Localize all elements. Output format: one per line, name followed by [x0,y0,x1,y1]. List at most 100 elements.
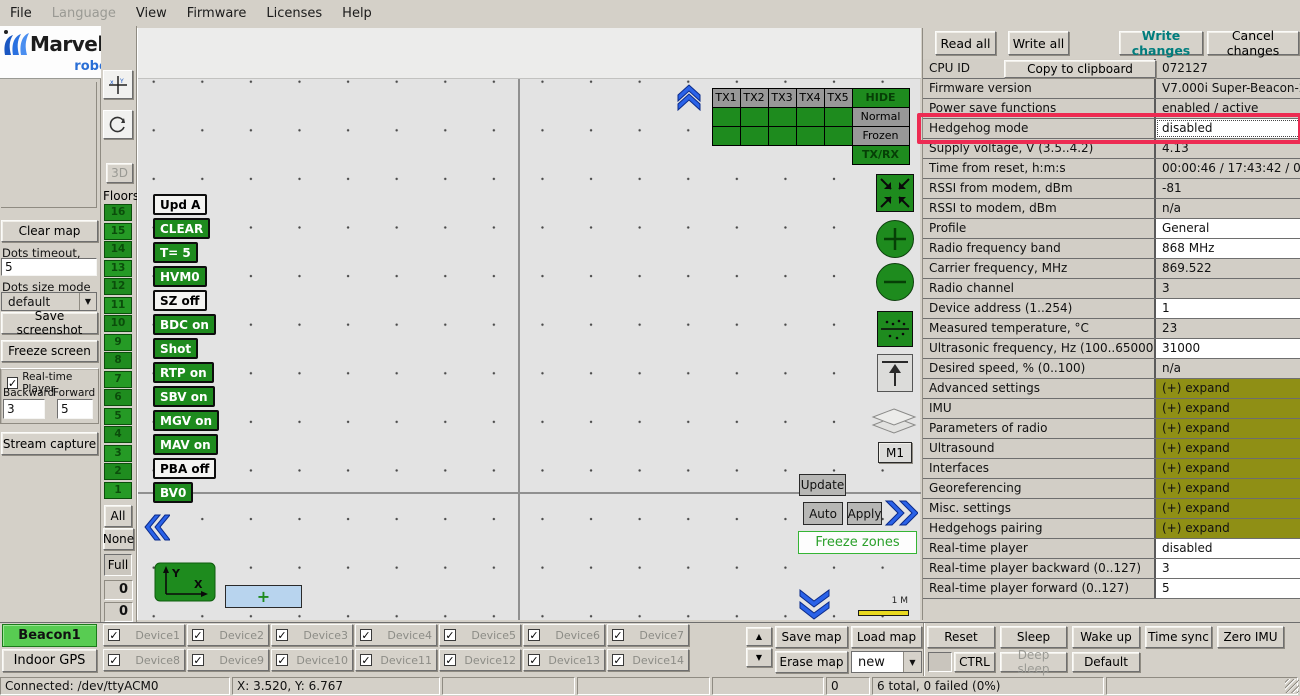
setting-value[interactable]: disabled [1156,539,1300,558]
setting-value[interactable]: disabled [1156,119,1300,138]
setting-value[interactable]: 868 MHz [1156,239,1300,258]
device-checkbox[interactable]: ✓ [612,654,624,666]
tx-cell[interactable] [740,126,769,146]
floor-button[interactable]: 3 [104,445,132,462]
cancel-changes-button[interactable]: Cancel changes [1207,31,1299,55]
setting-value[interactable]: 31000 [1156,339,1300,358]
floor-button[interactable]: 10 [104,315,132,332]
ctrl-button[interactable]: CTRL [954,652,995,672]
layers-icon[interactable] [871,403,917,441]
map-side-button[interactable]: T= 5 [153,242,198,263]
zero-imu-button[interactable]: Zero IMU [1217,626,1284,648]
load-map-button[interactable]: Load map [851,626,922,648]
reset-button[interactable]: Reset [927,626,995,648]
map-side-button[interactable]: Shot [153,338,198,359]
setting-value[interactable]: enabled / active [1156,99,1300,118]
setting-value[interactable]: 00:00:46 / 17:43:42 / 0 [1156,159,1300,178]
setting-value[interactable]: (+) expand [1156,399,1300,418]
fit-to-view-button[interactable] [876,174,914,212]
map-side-button[interactable]: RTP on [153,362,214,383]
floor-button[interactable]: 5 [104,408,132,425]
map-area[interactable]: Upd A CLEAR T= 5 HVM0 SZ off BDC on Shot… [137,28,920,620]
wake-up-button[interactable]: Wake up [1072,626,1140,648]
floors-none-button[interactable]: None [103,528,134,550]
device-checkbox[interactable]: ✓ [528,654,540,666]
tx3-header[interactable]: TX3 [768,88,797,108]
map-side-button[interactable]: HVM0 [153,266,207,287]
tx-cell[interactable] [796,107,825,127]
device-toggle[interactable]: ✓ Device12 [439,649,521,671]
sleep-button[interactable]: Sleep [1000,626,1067,648]
indoor-gps-tab[interactable]: Indoor GPS [2,649,97,672]
setting-value[interactable]: (+) expand [1156,439,1300,458]
map-side-button[interactable]: SBV on [153,386,215,407]
map-side-button[interactable]: CLEAR [153,218,210,239]
map-side-button[interactable]: BDC on [153,314,216,335]
floor-button[interactable]: 15 [104,223,132,240]
setting-value[interactable]: 1 [1156,299,1300,318]
floor-button[interactable]: 8 [104,352,132,369]
floors-all-button[interactable]: All [104,505,132,527]
tx-hide-button[interactable]: HIDE [852,88,910,108]
m1-button[interactable]: M1 [878,442,912,463]
chevron-down-icon[interactable]: ▼ [79,293,96,310]
floor-button[interactable]: 2 [104,463,132,480]
device-toggle[interactable]: ✓ Device2 [187,624,269,646]
map-select[interactable]: new ▼ [851,651,922,673]
menu-firmware[interactable]: Firmware [177,2,257,25]
setting-value[interactable]: (+) expand [1156,419,1300,438]
floor-button[interactable]: 16 [104,204,132,221]
auto-button[interactable]: Auto [803,502,843,525]
setting-value[interactable]: (+) expand [1156,459,1300,478]
device-checkbox[interactable]: ✓ [444,629,456,641]
move-to-top-button[interactable] [877,354,913,392]
device-checkbox[interactable]: ✓ [192,654,204,666]
tx-txrx-button[interactable]: TX/RX [852,145,910,165]
forward-input[interactable]: 5 [57,399,93,419]
apply-button[interactable]: Apply [847,502,882,525]
device-toggle[interactable]: ✓ Device13 [523,649,605,671]
tx1-header[interactable]: TX1 [712,88,741,108]
setting-value[interactable]: 3 [1156,559,1300,578]
backward-input[interactable]: 3 [3,399,45,419]
device-toggle[interactable]: ✓ Device3 [271,624,353,646]
axis-reset-button[interactable]: xY [103,70,133,99]
floor-button[interactable]: 13 [104,260,132,277]
floor-button[interactable]: 9 [104,334,132,351]
device-toggle[interactable]: ✓ Device5 [439,624,521,646]
map-side-button[interactable]: MAV on [153,434,218,455]
device-toggle[interactable]: ✓ Device1 [103,624,185,646]
show-dots-button[interactable] [877,311,913,347]
tx-normal-button[interactable]: Normal [852,107,910,127]
3d-view-button[interactable]: 3D [106,163,133,183]
device-checkbox[interactable]: ✓ [360,629,372,641]
beacon1-tab[interactable]: Beacon1 [2,624,97,647]
setting-value[interactable]: 4.13 [1156,139,1300,158]
floor-button[interactable]: 7 [104,371,132,388]
pan-down-icon[interactable] [798,588,831,620]
tx-cell[interactable] [740,107,769,127]
device-checkbox[interactable]: ✓ [444,654,456,666]
setting-value[interactable]: 5 [1156,579,1300,598]
chevron-down-icon[interactable]: ▼ [903,652,921,672]
device-checkbox[interactable]: ✓ [360,654,372,666]
ctrl-checkbox[interactable] [928,652,952,672]
read-all-button[interactable]: Read all [935,31,996,55]
tx-cell[interactable] [796,126,825,146]
device-toggle[interactable]: ✓ Device4 [355,624,437,646]
add-submap-button[interactable]: + [225,585,302,608]
setting-value[interactable]: (+) expand [1156,479,1300,498]
device-toggle[interactable]: ✓ Device7 [607,624,689,646]
setting-value[interactable]: 23 [1156,319,1300,338]
tx-cell[interactable] [824,126,853,146]
copy-to-clipboard-button[interactable]: Copy to clipboard [1004,60,1156,78]
map-side-button[interactable]: SZ off [153,290,207,311]
floor-button[interactable]: 12 [104,278,132,295]
setting-value[interactable]: (+) expand [1156,379,1300,398]
tx-frozen-button[interactable]: Frozen [852,126,910,146]
zoom-out-button[interactable] [876,263,914,301]
setting-value[interactable]: n/a [1156,359,1300,378]
tx-cell[interactable] [768,107,797,127]
rotate-view-button[interactable] [103,110,133,139]
tx-cell[interactable] [768,126,797,146]
